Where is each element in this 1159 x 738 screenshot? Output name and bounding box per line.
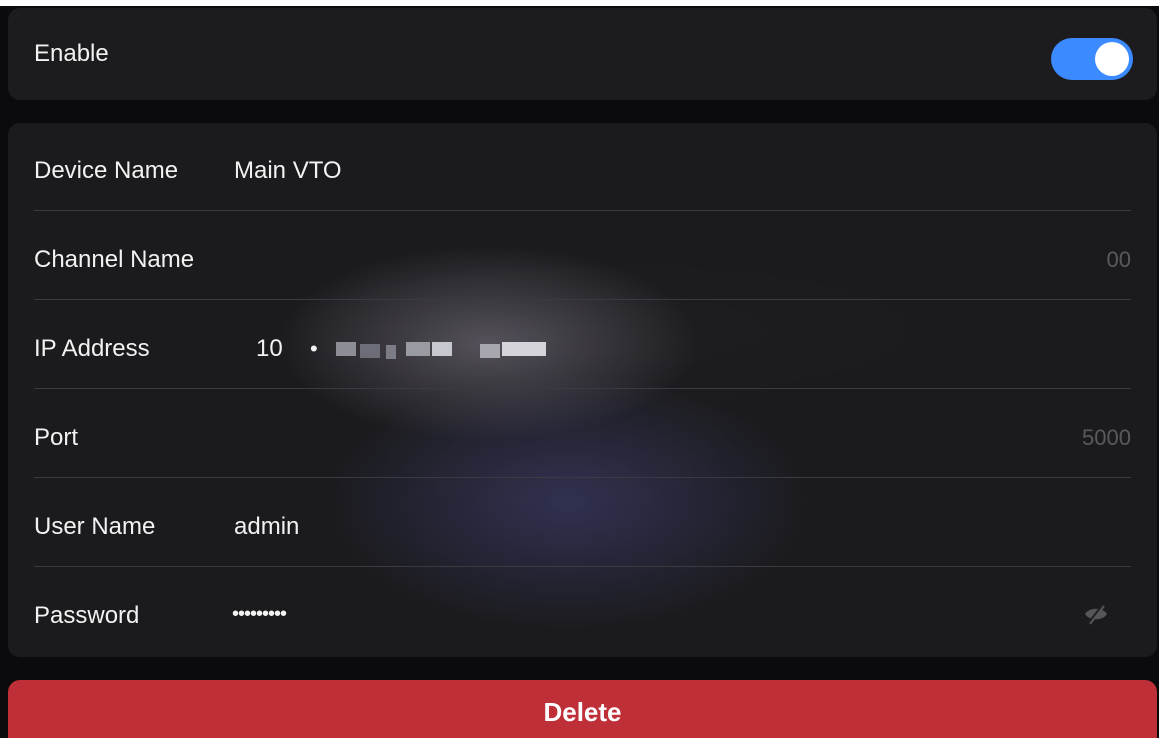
password-input[interactable]: •••••••••: [232, 599, 287, 629]
delete-button[interactable]: Delete: [8, 680, 1157, 738]
port-input[interactable]: 5000: [1082, 423, 1131, 453]
user-name-input[interactable]: admin: [234, 512, 299, 542]
divider: [34, 299, 1131, 300]
enable-label: Enable: [34, 40, 109, 67]
device-form-card: Device Name Main VTO Channel Name 00 IP …: [8, 123, 1157, 657]
device-name-input[interactable]: Main VTO: [234, 156, 342, 186]
divider: [34, 566, 1131, 567]
channel-name-label: Channel Name: [34, 246, 195, 273]
ip-address-label: IP Address: [34, 335, 150, 362]
user-name-label: User Name: [34, 513, 156, 540]
password-label: Password: [34, 602, 140, 629]
enable-card: Enable: [8, 8, 1157, 100]
toggle-knob: [1095, 42, 1129, 76]
device-settings-screen: Enable Device Name Main VTO Channel Name…: [0, 0, 1159, 738]
divider: [34, 210, 1131, 211]
enable-toggle[interactable]: [1051, 38, 1133, 80]
port-label: Port: [34, 424, 79, 451]
ip-separator: •: [310, 336, 318, 361]
ip-octet-1[interactable]: 10: [256, 334, 283, 364]
eye-slash-icon[interactable]: [1083, 602, 1109, 626]
channel-name-input[interactable]: 00: [1107, 245, 1131, 275]
top-edge: [0, 0, 1159, 6]
divider: [34, 388, 1131, 389]
device-name-label: Device Name: [34, 157, 179, 184]
divider: [34, 477, 1131, 478]
